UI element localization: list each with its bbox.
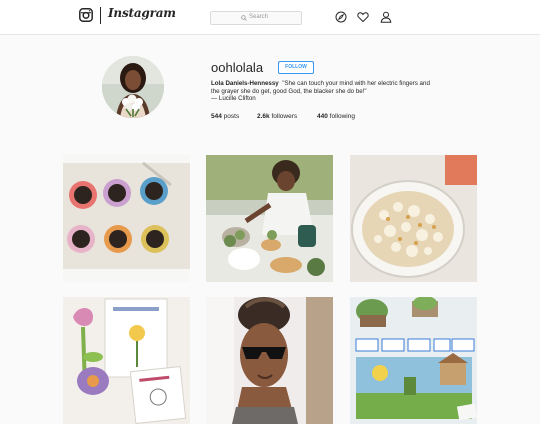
post-thumbnail-egg-carton[interactable]	[63, 155, 190, 282]
following-count: 440	[317, 113, 328, 120]
activity-heart-icon[interactable]	[357, 11, 369, 23]
search-placeholder: Search	[249, 14, 269, 20]
post-thumbnail-popcorn-bowl[interactable]	[350, 155, 477, 282]
profile-username: oohlolala	[211, 60, 264, 75]
profile-full-name: Lola Daniels-Hennessy	[211, 80, 279, 87]
posts-stat: 544 posts	[211, 113, 239, 120]
posts-count: 544	[211, 113, 222, 120]
profile-person-icon[interactable]	[380, 11, 392, 23]
following-stat[interactable]: 440 following	[317, 113, 355, 120]
top-nav: Instagram Search	[0, 0, 540, 35]
profile-bio: Lola Daniels-Hennessy "She can touch you…	[211, 80, 431, 103]
following-label: following	[329, 113, 355, 120]
logo-divider	[100, 7, 101, 24]
follow-button[interactable]: FOLLOW	[278, 61, 314, 74]
explore-compass-icon[interactable]	[335, 11, 347, 23]
followers-count: 2.6k	[257, 113, 270, 120]
instagram-wordmark[interactable]: Instagram	[108, 6, 176, 20]
profile-avatar	[102, 56, 164, 118]
followers-label: followers	[271, 113, 298, 120]
posts-label: posts	[223, 113, 240, 120]
instagram-camera-icon[interactable]	[79, 8, 93, 22]
post-thumbnail-child-planting[interactable]	[206, 155, 333, 282]
search-icon	[241, 15, 247, 21]
bio-attribution: — Lucille Clifton	[211, 95, 256, 103]
search-input[interactable]: Search	[210, 11, 302, 25]
followers-stat[interactable]: 2.6k followers	[257, 113, 297, 120]
